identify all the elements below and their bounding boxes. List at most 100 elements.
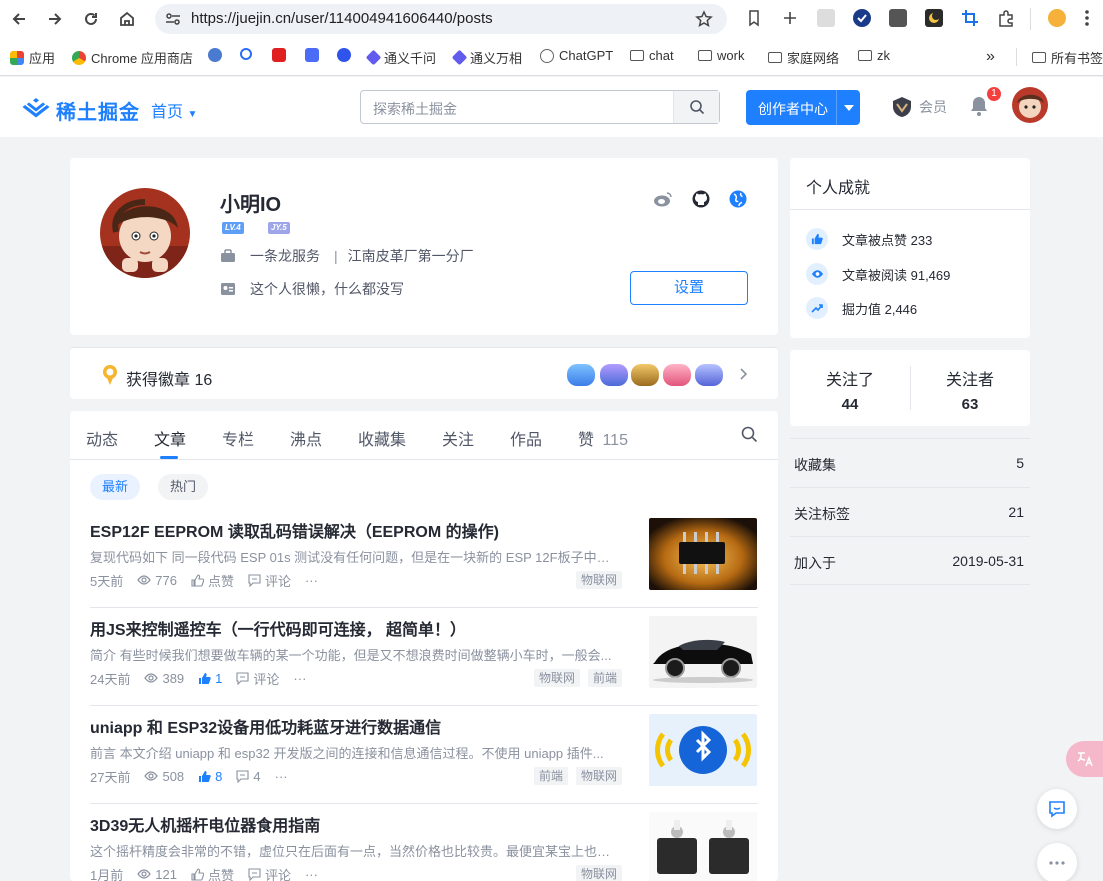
bookmark-tongyi-qianwen[interactable]: 通义千问 [365, 48, 436, 67]
article-comment-button[interactable]: 评论 [236, 669, 279, 688]
github-icon[interactable] [692, 190, 710, 208]
juejin-logo-icon[interactable] [22, 96, 50, 118]
translate-float-icon[interactable] [1066, 741, 1103, 777]
article-tag[interactable]: 前端 [588, 669, 623, 687]
chevron-right-icon[interactable] [740, 368, 748, 380]
article-cover-image[interactable] [649, 812, 757, 881]
tab-articles[interactable]: 文章 [154, 426, 186, 450]
bookmark-folder-chat[interactable]: chat [630, 48, 674, 63]
more-options-icon[interactable] [1037, 843, 1077, 881]
article-cover-image[interactable] [649, 518, 757, 590]
article-item[interactable]: 用JS来控制遥控车（一行代码即可连接， 超简单！） 简介 有些时候我们想要做车辆… [90, 608, 758, 706]
article-tag[interactable]: 前端 [534, 767, 569, 785]
bookmark-star-icon[interactable] [695, 10, 713, 28]
badge-medal-icon[interactable] [631, 364, 659, 386]
bookmark-search[interactable] [240, 48, 252, 60]
feedback-chat-icon[interactable] [1037, 789, 1077, 829]
article-tag[interactable]: 物联网 [576, 865, 623, 881]
search-input[interactable]: 探索稀土掘金 [360, 90, 720, 124]
tab-likes[interactable]: 赞 115 [578, 426, 628, 450]
article-title[interactable]: uniapp 和 ESP32设备用低功耗蓝牙进行数据通信 [90, 714, 441, 738]
level-badge[interactable]: LV.4 [222, 222, 244, 234]
article-more-button[interactable]: ··· [275, 769, 288, 784]
article-comment-button[interactable]: 4 [236, 769, 261, 784]
reading-list-icon[interactable] [745, 9, 763, 27]
article-more-button[interactable]: ··· [293, 671, 306, 686]
extension-moon-icon[interactable] [925, 9, 943, 27]
badge-medal-icon[interactable] [567, 364, 595, 386]
menu-icon[interactable] [1084, 9, 1090, 27]
article-title[interactable]: 3D39无人机摇杆电位器食用指南 [90, 812, 320, 836]
bookmark-site[interactable] [305, 48, 319, 62]
notification-bell-icon[interactable] [968, 95, 990, 117]
side-tags-row[interactable]: 关注标签 21 [790, 487, 1030, 536]
article-item[interactable]: ESP12F EEPROM 读取乱码错误解决（EEPROM 的操作) 复现代码如… [90, 510, 758, 608]
article-like-button[interactable]: 1 [198, 671, 222, 686]
profile-avatar[interactable] [100, 188, 190, 278]
tab-works[interactable]: 作品 [510, 426, 542, 450]
article-like-button[interactable]: 点赞 [191, 571, 234, 590]
badge-medal-icon[interactable] [600, 364, 628, 386]
tab-pins[interactable]: 沸点 [290, 426, 322, 450]
jy-level-badge[interactable]: JY.5 [268, 222, 290, 234]
bookmark-baidu[interactable] [337, 48, 351, 62]
article-comment-button[interactable]: 评论 [248, 571, 291, 590]
bookmark-chrome-store[interactable]: Chrome 应用商店 [72, 48, 193, 67]
site-info-icon[interactable] [165, 12, 181, 26]
extension-icon[interactable] [889, 9, 907, 27]
extension-icon[interactable] [781, 9, 799, 27]
article-tag[interactable]: 物联网 [576, 571, 623, 589]
article-item[interactable]: uniapp 和 ESP32设备用低功耗蓝牙进行数据通信 前言 本文介绍 uni… [90, 706, 758, 804]
extension-check-icon[interactable] [853, 9, 871, 27]
tab-following[interactable]: 关注 [442, 426, 474, 450]
following-stat[interactable]: 关注了 44 [790, 366, 910, 413]
tab-collections[interactable]: 收藏集 [358, 426, 406, 450]
back-icon[interactable] [8, 8, 30, 30]
settings-button[interactable]: 设置 [630, 271, 748, 305]
article-more-button[interactable]: ··· [305, 867, 318, 881]
bookmark-site[interactable] [272, 48, 286, 62]
creator-center-button[interactable]: 创作者中心 [746, 90, 860, 125]
crop-icon[interactable] [961, 9, 979, 27]
website-globe-icon[interactable] [729, 190, 747, 208]
article-cover-image[interactable] [649, 714, 757, 786]
avatar[interactable] [1012, 87, 1048, 123]
bookmark-apps[interactable]: 应用 [10, 48, 55, 67]
article-like-button[interactable]: 8 [198, 769, 222, 784]
puzzle-icon[interactable] [997, 9, 1015, 27]
bookmark-all[interactable]: 所有书签 [1032, 48, 1103, 67]
logo-text[interactable]: 稀土掘金 [56, 96, 140, 125]
side-collections-row[interactable]: 收藏集 5 [790, 438, 1030, 487]
forward-icon[interactable] [44, 8, 66, 30]
address-bar[interactable]: https://juejin.cn/user/114004941606440/p… [155, 4, 727, 34]
article-like-button[interactable]: 点赞 [191, 865, 234, 881]
search-icon[interactable] [741, 426, 758, 443]
article-tag[interactable]: 物联网 [534, 669, 581, 687]
profile-icon[interactable] [1048, 9, 1066, 27]
weibo-icon[interactable] [653, 190, 673, 208]
badge-medal-icon[interactable] [695, 364, 723, 386]
nav-home-dropdown[interactable]: 首页 ▼ [151, 98, 197, 122]
tab-activity[interactable]: 动态 [86, 426, 118, 450]
article-more-button[interactable]: ··· [305, 573, 318, 588]
tab-columns[interactable]: 专栏 [222, 426, 254, 450]
followers-stat[interactable]: 关注者 63 [910, 366, 1030, 413]
article-item[interactable]: 3D39无人机摇杆电位器食用指南 这个摇杆精度会非常的不错，虚位只在后面有一点，… [90, 804, 758, 881]
home-icon[interactable] [116, 8, 138, 30]
badge-medal-icon[interactable] [663, 364, 691, 386]
bookmark-tongyi-wanxiang[interactable]: 通义万相 [451, 48, 522, 67]
article-comment-button[interactable]: 评论 [248, 865, 291, 881]
extension-icon[interactable] [817, 9, 835, 27]
filter-hot[interactable]: 热门 [158, 474, 209, 500]
article-title[interactable]: 用JS来控制遥控车（一行代码即可连接， 超简单！） [90, 616, 466, 640]
search-button[interactable] [673, 91, 719, 123]
article-tag[interactable]: 物联网 [576, 767, 623, 785]
vip-link[interactable]: 会员 [891, 96, 947, 118]
bookmark-chatgpt[interactable]: ChatGPT [540, 48, 613, 63]
bookmark-folder-work[interactable]: work [698, 48, 744, 63]
article-title[interactable]: ESP12F EEPROM 读取乱码错误解决（EEPROM 的操作) [90, 518, 499, 542]
badges-card[interactable]: 获得徽章 16 [70, 347, 778, 399]
reload-icon[interactable] [80, 8, 102, 30]
filter-latest[interactable]: 最新 [90, 474, 141, 500]
bookmarks-overflow[interactable]: » [986, 48, 995, 66]
